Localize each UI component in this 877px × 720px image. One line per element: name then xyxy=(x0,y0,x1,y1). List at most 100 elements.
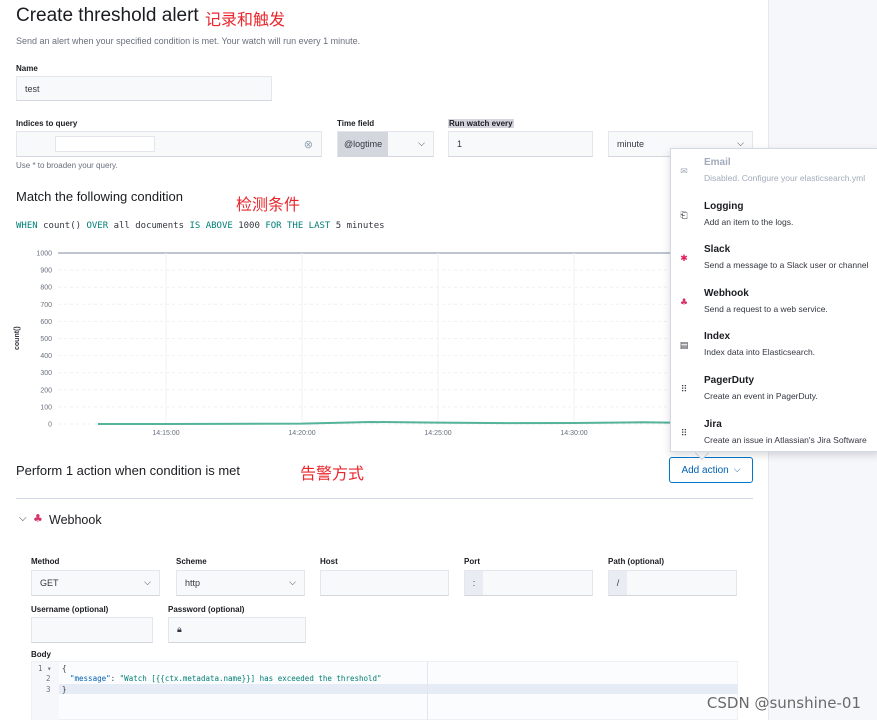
jira-icon: ⠿ xyxy=(680,428,688,439)
logging-icon: ⎗ xyxy=(680,210,688,221)
name-input[interactable]: test xyxy=(16,76,272,101)
y-tick-label: 700 xyxy=(40,302,52,309)
name-input-value: test xyxy=(25,83,40,94)
port-input[interactable]: : xyxy=(464,570,593,596)
time-field-label: Time field xyxy=(337,119,375,128)
expression-value: count() xyxy=(37,221,87,231)
webhook-accordion-title[interactable]: Webhook xyxy=(49,513,102,527)
action-option-description: Send a request to a web service. xyxy=(704,303,828,314)
expression-keyword[interactable]: OVER xyxy=(86,221,108,231)
action-option-title: Slack xyxy=(704,244,731,256)
code-line: { xyxy=(62,664,67,673)
webhook-icon: ♣ xyxy=(679,297,689,308)
action-option-title: PagerDuty xyxy=(704,375,755,386)
clear-icon[interactable]: ⊗ xyxy=(304,138,313,151)
password-label: Password (optional) xyxy=(168,605,245,614)
body-label: Body xyxy=(31,650,51,659)
indices-label: Indices to query xyxy=(16,119,78,128)
y-tick-label: 0 xyxy=(48,422,52,429)
line-number: 3 xyxy=(46,685,51,694)
email-icon: ✉ xyxy=(680,167,688,177)
index-pill xyxy=(55,136,155,152)
scheme-select[interactable]: http ⌵ xyxy=(176,570,305,596)
print-margin xyxy=(427,662,428,720)
path-prefix: / xyxy=(609,571,627,595)
body-code-editor[interactable]: 1 ▾ 2 3 { "message": "Watch [{{ctx.metad… xyxy=(31,661,738,720)
line-number: 2 xyxy=(46,674,51,683)
action-option-title: Jira xyxy=(704,418,722,430)
action-option-jira[interactable]: ⠿ Jira Create an issue in Atlassian's Jira… xyxy=(671,411,877,451)
x-tick-label: 14:15:00 xyxy=(152,430,179,437)
threshold-chart: 1000900800700600500400300200100014:15:00… xyxy=(36,251,670,437)
action-option-pagerduty[interactable]: ⠿ PagerDuty Create an event in PagerDuty. xyxy=(671,367,877,411)
run-every-input[interactable]: 1 xyxy=(448,131,593,157)
expression-value: 1000 xyxy=(232,221,266,231)
add-action-label: Add action xyxy=(681,464,729,476)
x-tick-label: 14:25:00 xyxy=(424,430,451,437)
action-option-title: Index xyxy=(704,331,731,343)
action-option-slack[interactable]: ✱ Slack Send a message to a Slack user or … xyxy=(671,236,877,280)
x-tick-label: 14:20:00 xyxy=(288,430,315,437)
title-annotation: 记录和触发 xyxy=(205,10,286,29)
condition-expression[interactable]: WHEN count() OVER all documents IS ABOVE… xyxy=(16,221,385,231)
lock-icon: 🔒︎ xyxy=(177,625,182,635)
scheme-label: Scheme xyxy=(176,557,207,566)
action-option-description: Add an item to the logs. xyxy=(704,216,794,227)
y-tick-label: 600 xyxy=(40,319,52,326)
action-option-description: Create an issue in Atlassian's Jira Soft… xyxy=(704,434,867,445)
action-option-index[interactable]: ▤ Index Index data into Elasticsearch. xyxy=(671,323,877,367)
port-prefix: : xyxy=(465,571,483,595)
name-label: Name xyxy=(16,64,38,73)
accordion-toggle-icon[interactable]: ⌵ xyxy=(19,513,27,524)
condition-heading: Match the following condition xyxy=(16,189,183,204)
y-tick-label: 800 xyxy=(40,285,52,292)
username-label: Username (optional) xyxy=(31,605,109,614)
y-tick-label: 1000 xyxy=(36,251,52,258)
time-field-value: @logtime xyxy=(338,132,389,156)
action-option-description: Send a message to a Slack user or channe… xyxy=(704,260,869,271)
code-line: } xyxy=(62,685,67,694)
password-input[interactable]: 🔒︎ xyxy=(168,617,306,643)
y-tick-label: 900 xyxy=(40,268,52,275)
run-every-label: Run watch every xyxy=(448,119,514,128)
method-select[interactable]: GET ⌵ xyxy=(31,570,160,596)
add-action-popover: ✉ Email Disabled. Configure your elasticse… xyxy=(670,148,877,452)
chevron-down-icon: ⌵ xyxy=(289,578,296,588)
watermark: CSDN @sunshine-01 xyxy=(706,694,861,712)
page-subtitle: Send an alert when your specified condit… xyxy=(16,36,361,46)
host-label: Host xyxy=(320,557,338,566)
expression-keyword[interactable]: FOR THE LAST xyxy=(265,221,330,231)
indices-combobox[interactable]: ⊗ xyxy=(16,131,322,157)
divider xyxy=(16,498,753,499)
slack-icon: ✱ xyxy=(680,254,688,265)
webhook-icon: ♣ xyxy=(33,512,43,525)
expression-keyword[interactable]: IS ABOVE xyxy=(189,221,232,231)
expression-value: 5 minutes xyxy=(330,221,385,231)
action-option-webhook[interactable]: ♣ Webhook Send a request to a web service. xyxy=(671,280,877,324)
y-tick-label: 400 xyxy=(40,353,52,360)
path-label: Path (optional) xyxy=(608,557,664,566)
x-tick-label: 14:30:00 xyxy=(560,430,587,437)
index-icon: ▤ xyxy=(679,341,689,352)
indices-help: Use * to broaden your query. xyxy=(16,161,118,170)
username-input[interactable] xyxy=(31,617,153,643)
add-action-button[interactable]: Add action ⌵ xyxy=(669,457,753,483)
port-label: Port xyxy=(464,557,480,566)
host-input[interactable] xyxy=(320,570,449,596)
run-every-value: 1 xyxy=(457,139,463,149)
action-option-description: Disabled. Configure your elasticsearch.y… xyxy=(704,173,866,183)
chevron-down-icon: ⌵ xyxy=(418,139,425,149)
time-field-select[interactable]: @logtime ⌵ xyxy=(337,131,434,157)
y-tick-label: 100 xyxy=(40,404,52,411)
expression-keyword[interactable]: WHEN xyxy=(16,221,38,231)
action-option-email: ✉ Email Disabled. Configure your elasticse… xyxy=(671,149,877,193)
page-title: Create threshold alert xyxy=(16,5,199,26)
scheme-value: http xyxy=(185,578,201,588)
action-option-title: Email xyxy=(704,157,731,168)
pagerduty-icon: ⠿ xyxy=(680,385,688,395)
action-option-title: Logging xyxy=(704,200,744,212)
action-option-description: Create an event in PagerDuty. xyxy=(704,391,818,401)
action-option-logging[interactable]: ⎗ Logging Add an item to the logs. xyxy=(671,193,877,237)
code-line: "message": "Watch [{{ctx.metadata.name}}… xyxy=(70,674,382,683)
path-input[interactable]: / xyxy=(608,570,737,596)
